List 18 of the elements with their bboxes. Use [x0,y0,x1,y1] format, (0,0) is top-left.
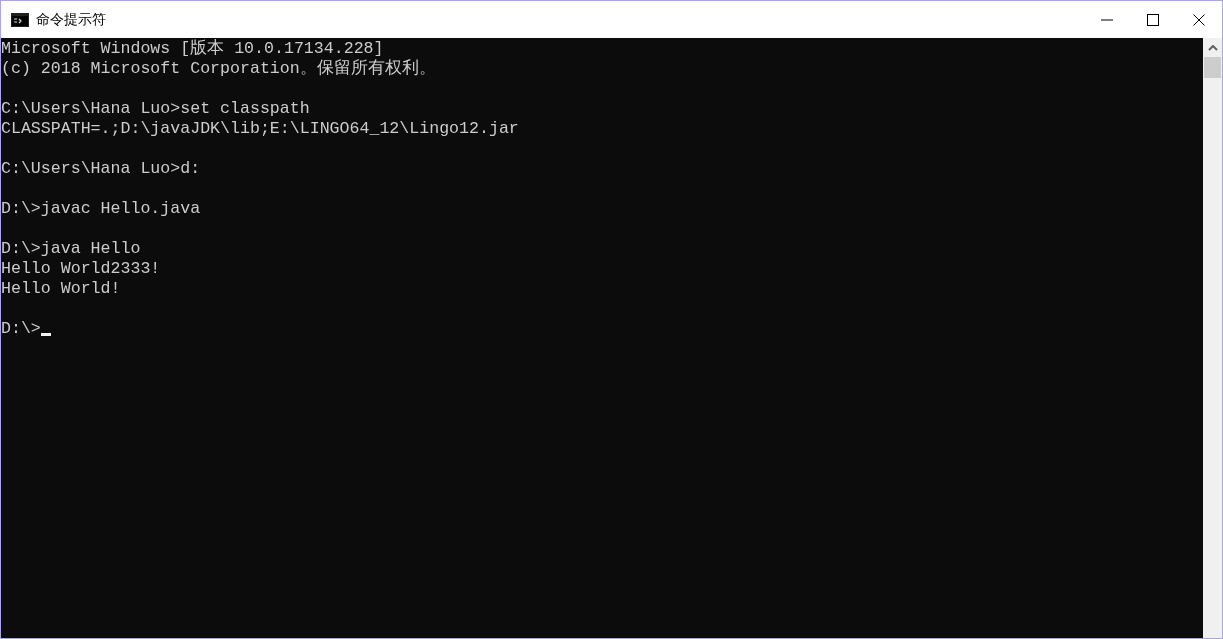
maximize-icon [1147,13,1159,26]
close-icon [1193,13,1205,26]
console-line: Microsoft Windows [版本 10.0.17134.228] [1,39,385,59]
console-line: (c) 2018 Microsoft Corporation。保留所有权利。 [1,59,437,79]
minimize-icon [1101,18,1113,21]
console-app-icon [11,12,29,27]
console-line: D:\>java Hello [1,239,142,259]
scroll-up-icon[interactable] [1207,45,1218,51]
console-line: C:\Users\Hana Luo>set classpath [1,99,311,119]
console-line: D:\>javac Hello.java [1,199,202,219]
scrollbar-thumb[interactable] [1204,57,1221,78]
scrollbar[interactable] [1203,38,1222,638]
console-line: CLASSPATH=.;D:\javaJDK\lib;E:\LINGO64_12\Lingo12.jar [1,119,520,139]
console-line: Hello World! [1,279,122,299]
window-title: 命令提示符 [36,10,106,29]
console-line: Hello World2333! [1,259,162,279]
console-prompt: D:\> [1,319,41,339]
console-line: C:\Users\Hana Luo>d: [1,159,202,179]
